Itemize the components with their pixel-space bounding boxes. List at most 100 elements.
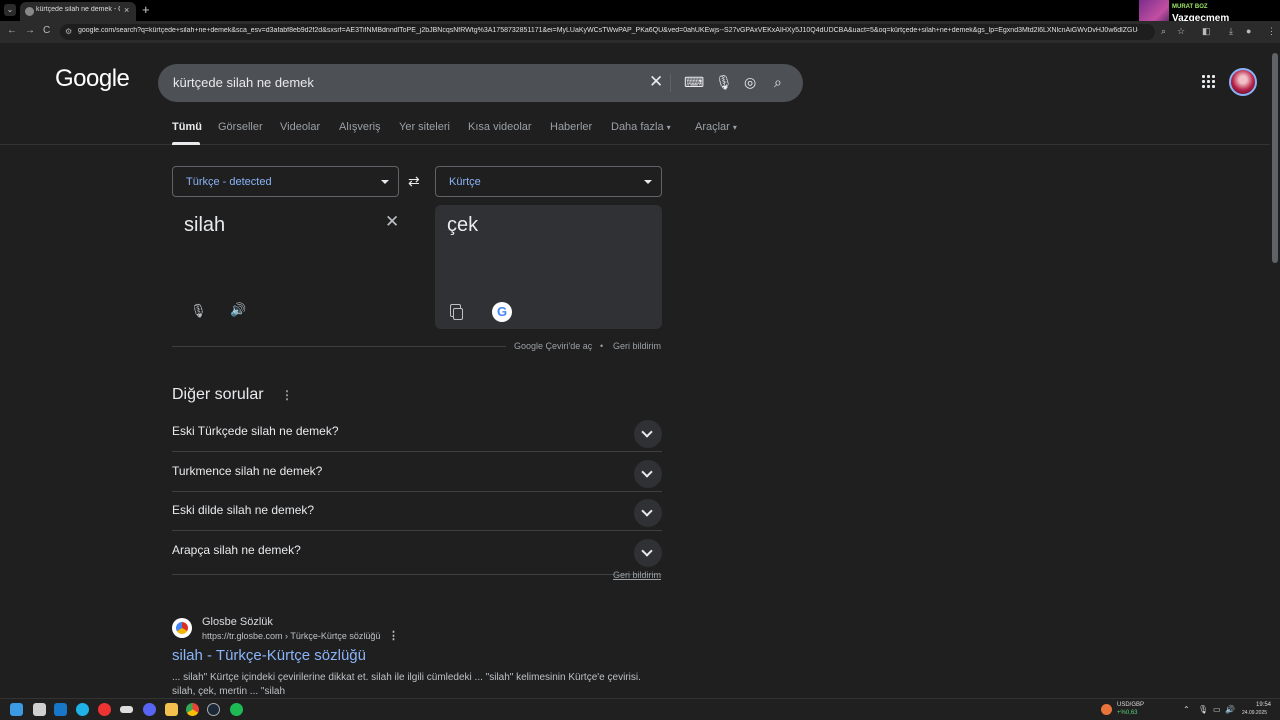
chevron-down-icon <box>641 466 653 478</box>
tab-more-label: Daha fazla <box>611 121 664 133</box>
browser-menu-icon[interactable]: ⋮ <box>1267 26 1276 37</box>
tab-search-button[interactable]: ⌄ <box>4 4 16 16</box>
edge-icon[interactable] <box>76 703 89 716</box>
paa-question[interactable]: Eski Türkçede silah ne demek? <box>172 412 662 452</box>
chrome-icon[interactable] <box>186 703 199 716</box>
paa-expand-button[interactable] <box>634 499 662 527</box>
google-g-icon[interactable]: G <box>492 302 512 322</box>
microphone-tray-icon[interactable]: 🎙 <box>1198 705 1208 714</box>
browser-toolbar: ← → C ⚙ google.com/search?q=kürtçede+sil… <box>0 21 1280 43</box>
paa-question[interactable]: Turkmence silah ne demek? <box>172 452 662 492</box>
search-input[interactable]: kürtçede silah ne demek <box>173 75 314 90</box>
spotify-icon[interactable] <box>230 703 243 716</box>
paa-question[interactable]: Arapça silah ne demek? <box>172 531 662 575</box>
paa-question[interactable]: Eski dilde silah ne demek? <box>172 491 662 531</box>
paa-question-text: Turkmence silah ne demek? <box>172 464 323 478</box>
ticker-symbol[interactable]: USD/GBP <box>1117 702 1144 708</box>
back-icon[interactable]: ← <box>7 25 17 36</box>
glosbe-logo-mark <box>176 622 188 634</box>
source-language-label: Türkçe - detected <box>186 176 272 188</box>
tab-more[interactable]: Daha fazla ▾ <box>611 121 671 133</box>
chevron-down-icon: ▾ <box>666 123 671 132</box>
ticker-change: +%0,63 <box>1117 710 1138 716</box>
page-scrollbar[interactable] <box>1270 43 1280 698</box>
tray-overflow-icon[interactable]: ⌃ <box>1183 705 1190 714</box>
result-title-link[interactable]: silah - Türkçe-Kürtçe sözlüğü <box>172 647 366 664</box>
google-favicon-icon <box>25 7 34 16</box>
lens-search-icon[interactable]: ◎ <box>744 74 756 91</box>
windows-taskbar: USD/GBP +%0,63 ⌃ 🎙 ▭ 🔊 19:54 24.09.2025 <box>0 698 1280 720</box>
glosbe-favicon-icon[interactable] <box>172 618 192 638</box>
paa-expand-button[interactable] <box>634 420 662 448</box>
google-logo[interactable]: Google <box>55 65 130 93</box>
translator-feedback-link[interactable]: Geri bildirim <box>613 341 661 351</box>
google-g-letter: G <box>496 304 508 319</box>
bookmark-star-icon[interactable]: ☆ <box>1177 26 1185 37</box>
keyboard-icon[interactable]: ⌨ <box>684 74 704 91</box>
clear-source-icon[interactable]: ✕ <box>385 212 399 232</box>
tab-images[interactable]: Görseller <box>218 121 263 133</box>
download-icon[interactable]: ⤓ <box>1229 26 1233 37</box>
tab-all[interactable]: Tümü <box>172 121 202 133</box>
voice-search-icon[interactable]: 🎙 <box>715 74 733 91</box>
tab-tools[interactable]: Araçlar ▾ <box>695 121 737 133</box>
open-in-translate-link[interactable]: Google Çeviri'de aç <box>514 341 592 351</box>
result-url[interactable]: https://tr.glosbe.com › Türkçe-Kürtçe sö… <box>202 631 380 641</box>
outlook-icon[interactable] <box>54 703 67 716</box>
scrollbar-thumb[interactable] <box>1272 53 1278 263</box>
volume-icon[interactable]: 🔊 <box>1225 705 1235 714</box>
clock-date[interactable]: 24.09.2025 <box>1242 710 1267 716</box>
forward-icon[interactable]: → <box>25 25 35 36</box>
tab-places[interactable]: Yer siteleri <box>399 121 450 133</box>
search-icon[interactable]: ⌕ <box>774 74 782 91</box>
new-tab-button[interactable]: + <box>142 2 150 17</box>
network-icon[interactable]: ▭ <box>1213 705 1221 714</box>
translator-divider <box>172 346 506 347</box>
discord-icon[interactable] <box>143 703 156 716</box>
start-icon[interactable] <box>10 703 23 716</box>
result-more-options-icon[interactable]: ⋮ <box>388 629 399 642</box>
dropdown-caret-icon <box>381 180 389 184</box>
steam-icon[interactable] <box>207 703 220 716</box>
chevron-down-icon <box>641 426 653 438</box>
tab-videos[interactable]: Videolar <box>280 121 320 133</box>
tab-news[interactable]: Haberler <box>550 121 592 133</box>
footer-separator: • <box>600 341 604 351</box>
paa-feedback-link[interactable]: Geri bildirim <box>613 570 661 580</box>
clear-search-icon[interactable]: ✕ <box>649 72 663 92</box>
paa-expand-button[interactable] <box>634 460 662 488</box>
search-divider <box>670 74 671 92</box>
site-info-icon[interactable]: ⚙ <box>65 27 72 36</box>
source-text-input[interactable]: silah <box>184 214 225 237</box>
google-apps-icon[interactable] <box>1202 75 1216 89</box>
browser-tab-bar: ⌄ kürtçede silah ne demek - Google'da Ar… <box>0 0 1280 21</box>
tab-shopping[interactable]: Alışveriş <box>339 121 381 133</box>
reload-icon[interactable]: C <box>43 25 50 36</box>
swap-languages-icon[interactable]: ⇄ <box>408 173 420 190</box>
target-language-select[interactable]: Kürtçe <box>435 166 662 197</box>
profile-avatar-small[interactable]: ● <box>1246 26 1251 36</box>
copy-icon[interactable] <box>450 304 463 320</box>
keyboard-app-icon[interactable] <box>120 706 133 713</box>
zoom-icon[interactable]: ⌕ <box>1161 26 1166 37</box>
task-view-icon[interactable] <box>33 703 46 716</box>
address-bar[interactable]: ⚙ google.com/search?q=kürtçede+silah+ne+… <box>60 24 1155 40</box>
app-icon[interactable] <box>98 703 111 716</box>
dropdown-caret-icon <box>644 180 652 184</box>
speaker-icon[interactable]: 🔊 <box>230 302 246 318</box>
browser-tab-active[interactable]: kürtçede silah ne demek - Google'da Ara … <box>20 2 136 21</box>
paa-more-options-icon[interactable]: ⋮ <box>281 388 293 402</box>
search-box[interactable]: kürtçede silah ne demek ✕ ⌨ 🎙 ◎ ⌕ <box>158 64 803 102</box>
result-site-name[interactable]: Glosbe Sözlük <box>202 616 273 628</box>
paa-heading: Diğer sorular <box>172 386 264 403</box>
source-language-select[interactable]: Türkçe - detected <box>172 166 399 197</box>
account-avatar[interactable] <box>1229 68 1257 96</box>
url-text[interactable]: google.com/search?q=kürtçede+silah+ne+de… <box>78 27 1138 34</box>
file-explorer-icon[interactable] <box>165 703 178 716</box>
microphone-icon[interactable]: 🎙 <box>190 303 207 319</box>
tab-short-videos[interactable]: Kısa videolar <box>468 121 532 133</box>
tab-close-icon[interactable]: × <box>124 5 129 15</box>
paa-expand-button[interactable] <box>634 539 662 567</box>
extensions-icon[interactable]: ◧ <box>1202 26 1211 37</box>
clock-time[interactable]: 19:54 <box>1256 702 1271 708</box>
